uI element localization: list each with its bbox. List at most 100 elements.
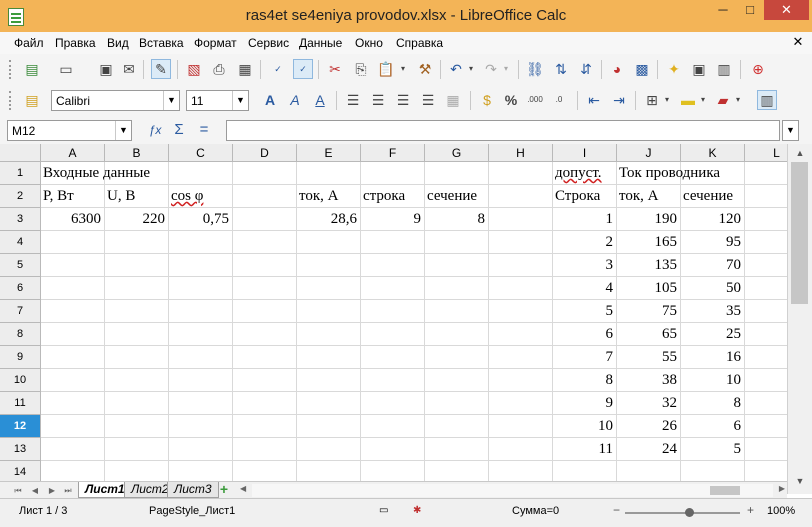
scroll-track[interactable] — [252, 484, 773, 497]
cell-H2[interactable] — [489, 185, 553, 208]
column-header[interactable]: G — [425, 144, 489, 162]
cell-F13[interactable] — [361, 438, 425, 461]
navigator-icon[interactable]: ▣ — [689, 59, 709, 79]
font-color-icon[interactable]: ▰ — [713, 90, 733, 110]
toolbar-grip[interactable] — [9, 91, 13, 110]
cell-A8[interactable] — [41, 323, 105, 346]
undo-icon[interactable]: ↶ — [446, 59, 466, 79]
cell-G9[interactable] — [425, 346, 489, 369]
menu-insert[interactable]: Вставка — [139, 36, 184, 50]
cell-C11[interactable] — [169, 392, 233, 415]
cell-G1[interactable] — [425, 162, 489, 185]
cell-B7[interactable] — [105, 300, 169, 323]
cell-H9[interactable] — [489, 346, 553, 369]
cell-H6[interactable] — [489, 277, 553, 300]
cell-A4[interactable] — [41, 231, 105, 254]
scroll-down-icon[interactable]: ▼ — [788, 472, 812, 490]
sum-icon[interactable]: Σ — [169, 120, 189, 140]
merge-cells-icon[interactable]: ▦ — [443, 90, 463, 110]
scroll-right-icon[interactable]: ▶ — [779, 484, 785, 493]
font-name-combo[interactable]: Calibri ▼ — [51, 90, 180, 111]
row-header[interactable]: 1 — [0, 162, 41, 185]
cell-C1[interactable] — [169, 162, 233, 185]
undo-dropdown-icon[interactable]: ▾ — [466, 59, 476, 79]
row-header[interactable]: 6 — [0, 277, 41, 300]
scroll-thumb[interactable] — [710, 486, 740, 495]
previous-sheet-icon[interactable]: ◀ — [29, 484, 41, 497]
cell-B10[interactable] — [105, 369, 169, 392]
cell-E6[interactable] — [297, 277, 361, 300]
font-size-combo[interactable]: 11 ▼ — [186, 90, 249, 111]
cell-E5[interactable] — [297, 254, 361, 277]
formula-icon[interactable]: = — [194, 120, 214, 140]
close-button[interactable]: ✕ — [764, 0, 809, 20]
bold-icon[interactable]: A — [260, 90, 280, 110]
cell-E13[interactable] — [297, 438, 361, 461]
select-all-corner[interactable] — [0, 144, 41, 162]
column-header[interactable]: D — [233, 144, 297, 162]
cell-F4[interactable] — [361, 231, 425, 254]
cell-D2[interactable] — [233, 185, 297, 208]
cell-C4[interactable] — [169, 231, 233, 254]
cell-D12[interactable] — [233, 415, 297, 438]
chevron-down-icon[interactable]: ▼ — [163, 91, 179, 110]
align-right-icon[interactable]: ☰ — [393, 90, 413, 110]
cell-A11[interactable] — [41, 392, 105, 415]
cell-F11[interactable] — [361, 392, 425, 415]
row-header[interactable]: 12 — [0, 415, 41, 438]
gallery-icon[interactable]: ▥ — [714, 59, 734, 79]
insert-chart-icon[interactable]: ◕ — [607, 59, 627, 79]
cell-A12[interactable] — [41, 415, 105, 438]
formula-input[interactable] — [226, 120, 780, 141]
cell-C8[interactable] — [169, 323, 233, 346]
save-icon[interactable]: ▣ — [96, 59, 116, 79]
cell-D3[interactable] — [233, 208, 297, 231]
cell-H3[interactable] — [489, 208, 553, 231]
chevron-down-icon[interactable]: ▼ — [232, 91, 248, 110]
styles-icon[interactable]: ▤ — [22, 90, 42, 110]
copy-icon[interactable]: ⎘ — [351, 59, 371, 79]
cell-G11[interactable] — [425, 392, 489, 415]
last-sheet-icon[interactable]: ⏭ — [62, 484, 74, 497]
vertical-scrollbar[interactable]: ▲ ▼ — [787, 144, 812, 494]
cell-C12[interactable] — [169, 415, 233, 438]
cell-B5[interactable] — [105, 254, 169, 277]
menu-help[interactable]: Справка — [396, 36, 443, 50]
column-header[interactable]: J — [617, 144, 681, 162]
cell-D6[interactable] — [233, 277, 297, 300]
cell-E9[interactable] — [297, 346, 361, 369]
justify-icon[interactable]: ☰ — [418, 90, 438, 110]
cell-C5[interactable] — [169, 254, 233, 277]
paste-dropdown-icon[interactable]: ▾ — [398, 59, 408, 79]
cell-F1[interactable] — [361, 162, 425, 185]
column-header[interactable]: C — [169, 144, 233, 162]
cell-H5[interactable] — [489, 254, 553, 277]
export-pdf-icon[interactable]: ▧ — [184, 59, 204, 79]
cell-G5[interactable] — [425, 254, 489, 277]
hyperlink-icon[interactable]: ⛓ — [525, 59, 545, 79]
next-sheet-icon[interactable]: ▶ — [46, 484, 58, 497]
cell-D11[interactable] — [233, 392, 297, 415]
print-icon[interactable]: ⎙ — [209, 59, 229, 79]
redo-dropdown-icon[interactable]: ▾ — [501, 59, 511, 79]
zoom-slider-knob[interactable] — [685, 508, 694, 517]
cell-A5[interactable] — [41, 254, 105, 277]
cell-C6[interactable] — [169, 277, 233, 300]
cell-H12[interactable] — [489, 415, 553, 438]
help-lifebuoy-icon[interactable]: ⊕ — [748, 59, 768, 79]
toolbar-grip[interactable] — [9, 60, 13, 79]
cell-H8[interactable] — [489, 323, 553, 346]
number-format-icon[interactable]: .000 — [525, 90, 545, 110]
cell-C10[interactable] — [169, 369, 233, 392]
font-color-dropdown-icon[interactable]: ▾ — [733, 90, 743, 110]
cell-G4[interactable] — [425, 231, 489, 254]
cell-H1[interactable] — [489, 162, 553, 185]
new-document-icon[interactable]: ▤ — [22, 59, 42, 79]
align-center-icon[interactable]: ☰ — [368, 90, 388, 110]
row-header[interactable]: 9 — [0, 346, 41, 369]
column-header[interactable]: H — [489, 144, 553, 162]
cell-B9[interactable] — [105, 346, 169, 369]
cell-F5[interactable] — [361, 254, 425, 277]
email-icon[interactable]: ✉ — [119, 59, 139, 79]
menu-format[interactable]: Формат — [194, 36, 237, 50]
